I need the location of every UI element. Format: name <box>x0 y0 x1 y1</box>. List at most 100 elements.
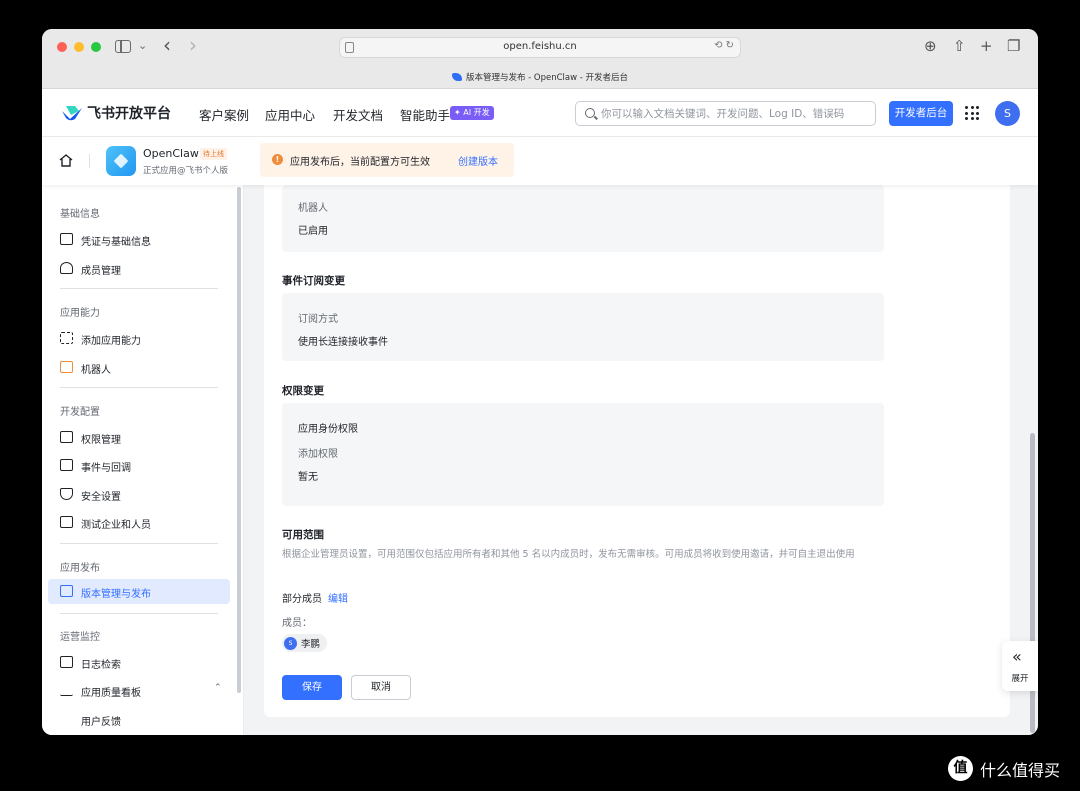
event-block: 订阅方式 使用长连接接收事件 <box>282 293 884 361</box>
event-section-title: 事件订阅变更 <box>282 275 345 287</box>
sidebar-item-log-search[interactable]: 日志检索 <box>48 650 230 675</box>
feishu-favicon-icon <box>451 73 462 81</box>
sidebar-divider <box>60 613 218 614</box>
sidebar-item-label: 机器人 <box>81 365 111 376</box>
sidebar-item-label: 用户反馈 <box>81 717 121 728</box>
close-window-button[interactable] <box>57 42 67 52</box>
sidebar-item-label: 测试企业和人员 <box>81 520 151 531</box>
browser-toolbar: ⌄ ‹ › open.feishu.cn ⟲ ↻ ⊕ ⇧ + ❐ 版本管理与发布… <box>42 29 1038 89</box>
sidebar-item-add-capability[interactable]: 添加应用能力 <box>48 326 230 351</box>
doc-search[interactable] <box>575 101 876 126</box>
create-version-link[interactable]: 创建版本 <box>458 153 498 168</box>
save-button[interactable]: 保存 <box>282 675 342 700</box>
avatar: S <box>284 636 297 650</box>
scope-edit-link[interactable]: 编辑 <box>328 590 348 605</box>
reload-icon[interactable]: ⟲ ↻ <box>714 40 734 51</box>
event-method-label: 订阅方式 <box>298 314 338 325</box>
address-bar[interactable]: open.feishu.cn ⟲ ↻ <box>339 37 741 58</box>
log-search-icon <box>60 656 73 668</box>
dev-console-button[interactable]: 开发者后台 <box>889 101 953 126</box>
back-icon[interactable]: ‹ <box>163 35 171 55</box>
sidebar-group-basic: 基础信息 <box>60 209 100 220</box>
divider <box>89 154 90 168</box>
app-icon <box>106 146 136 176</box>
download-icon[interactable]: ⊕ <box>924 38 937 54</box>
home-icon[interactable] <box>59 154 73 167</box>
bot-block: 机器人 已启用 <box>282 185 884 252</box>
sidebar-item-feedback[interactable]: 用户反馈 <box>48 707 230 732</box>
sidebar-item-events[interactable]: 事件与回调 <box>48 453 230 478</box>
sidebar-item-version-release[interactable]: 版本管理与发布 <box>48 579 230 604</box>
minimize-window-button[interactable] <box>74 42 84 52</box>
sidebar-group-capability: 应用能力 <box>60 308 100 319</box>
sidebar-toggle-icon[interactable] <box>115 40 131 53</box>
sidebar-item-credentials[interactable]: 凭证与基础信息 <box>48 227 230 252</box>
cancel-button[interactable]: 取消 <box>351 675 411 700</box>
share-icon[interactable]: ⇧ <box>953 38 966 54</box>
search-input[interactable] <box>601 105 869 123</box>
chevron-up-icon[interactable]: ⌃ <box>214 683 222 693</box>
sidebar-item-test-org[interactable]: 测试企业和人员 <box>48 510 230 535</box>
sidebar-item-label: 凭证与基础信息 <box>81 237 151 248</box>
sidebar-item-security[interactable]: 安全设置 <box>48 482 230 507</box>
watermark-logo-icon: 值 <box>948 756 973 781</box>
publish-notice: ! 应用发布后，当前配置方可生效 创建版本 <box>260 143 514 177</box>
sidebar-item-quality-board[interactable]: 应用质量看板 ⌃ <box>48 678 230 703</box>
site-header: 飞书开放平台 客户案例 应用中心 开发文档 智能助手 ✦ AI 开发 开发者后台… <box>42 90 1038 137</box>
window-controls <box>57 42 101 52</box>
url-text[interactable]: open.feishu.cn <box>340 41 740 52</box>
tab-title-text: 版本管理与发布 - OpenClaw - 开发者后台 <box>465 73 629 83</box>
member-chip[interactable]: S 李鹏 <box>282 634 328 652</box>
perm-identity-title: 应用身份权限 <box>298 424 358 435</box>
sidebar-item-permissions[interactable]: 权限管理 <box>48 425 230 450</box>
warning-icon: ! <box>272 154 283 165</box>
chevron-down-icon[interactable]: ⌄ <box>138 39 147 52</box>
robot-icon <box>60 361 73 373</box>
nav-app-center[interactable]: 应用中心 <box>265 105 315 124</box>
apps-add-icon <box>60 332 73 344</box>
perm-section-title: 权限变更 <box>282 385 324 397</box>
app-bar: OpenClaw 待上线 正式应用@飞书个人版 ! 应用发布后，当前配置方可生效… <box>42 137 1038 185</box>
event-method-value: 使用长连接接收事件 <box>298 337 388 348</box>
scope-partial-label: 部分成员 <box>282 594 322 605</box>
new-tab-icon[interactable]: + <box>980 38 993 54</box>
tab-title[interactable]: 版本管理与发布 - OpenClaw - 开发者后台 <box>42 71 1038 83</box>
browser-window: ⌄ ‹ › open.feishu.cn ⟲ ↻ ⊕ ⇧ + ❐ 版本管理与发布… <box>42 29 1038 735</box>
search-icon <box>585 108 595 118</box>
ai-badge: ✦ AI 开发 <box>450 106 494 120</box>
sidebar-item-label: 事件与回调 <box>81 463 131 474</box>
perm-added-label: 添加权限 <box>298 449 338 460</box>
sidebar-scrollbar[interactable] <box>237 187 241 693</box>
forward-icon[interactable]: › <box>189 35 197 55</box>
double-chevron-left-icon: « <box>1012 647 1022 666</box>
bar-chart-icon <box>60 684 73 696</box>
lock-icon <box>60 431 73 443</box>
expand-label: 展开 <box>1011 674 1029 684</box>
sidebar-divider <box>60 387 218 388</box>
sidebar-item-label: 应用质量看板 <box>81 688 141 699</box>
sidebar-group-release: 应用发布 <box>60 563 100 574</box>
apps-grid-icon[interactable] <box>965 106 979 120</box>
main-content: 机器人 已启用 事件订阅变更 订阅方式 使用长连接接收事件 权限变更 应用身份权… <box>244 185 1038 735</box>
sidebar-divider <box>60 543 218 544</box>
expand-panel[interactable]: « 展开 <box>1002 641 1038 691</box>
brand-name[interactable]: 飞书开放平台 <box>87 103 171 123</box>
sidebar-item-label: 安全设置 <box>81 492 121 503</box>
feishu-logo-icon[interactable] <box>61 104 83 122</box>
sidebar: 基础信息 凭证与基础信息 成员管理 应用能力 添加应用能力 机器人 开发配置 权… <box>42 185 244 735</box>
sidebar-item-members[interactable]: 成员管理 <box>48 256 230 281</box>
tabs-overview-icon[interactable]: ❐ <box>1007 38 1020 54</box>
user-avatar[interactable]: S <box>995 101 1020 126</box>
members-label: 成员： <box>282 618 312 629</box>
nav-ai-assistant[interactable]: 智能助手 <box>400 105 450 124</box>
sidebar-item-label: 权限管理 <box>81 435 121 446</box>
perm-block: 应用身份权限 添加权限 暂无 <box>282 403 884 506</box>
perm-added-value: 暂无 <box>298 472 318 483</box>
id-card-icon <box>60 233 73 245</box>
upload-icon <box>60 585 73 597</box>
nav-customer-cases[interactable]: 客户案例 <box>199 105 249 124</box>
app-subtitle: 正式应用@飞书个人版 <box>143 166 229 176</box>
sidebar-item-bot[interactable]: 机器人 <box>48 355 230 380</box>
zoom-window-button[interactable] <box>91 42 101 52</box>
nav-dev-docs[interactable]: 开发文档 <box>333 105 383 124</box>
